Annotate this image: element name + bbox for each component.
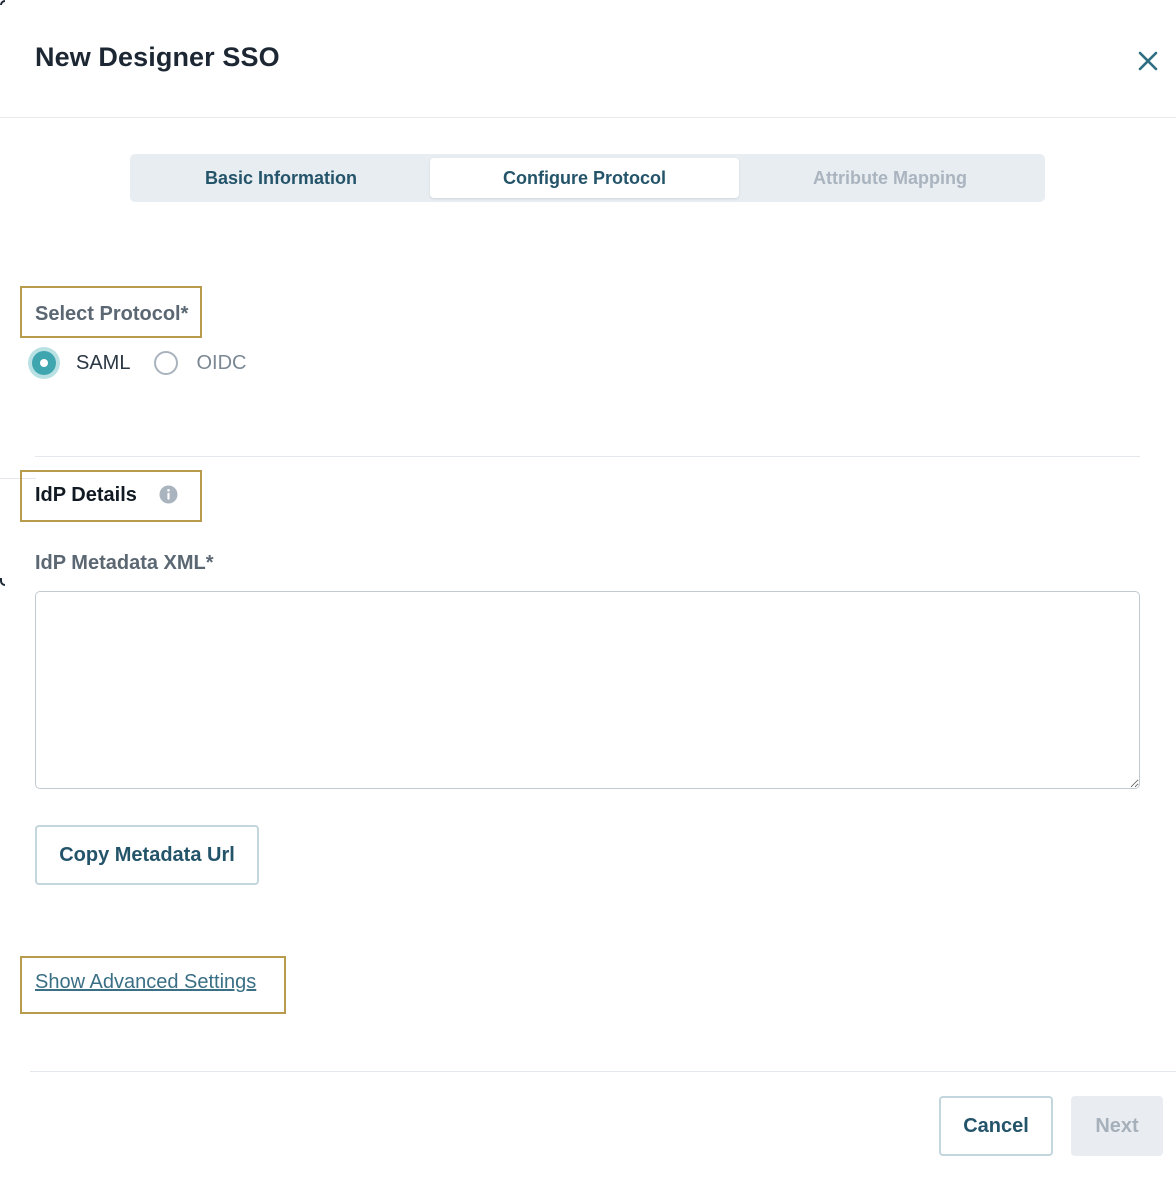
radio-saml-label[interactable]: SAML	[76, 352, 130, 375]
step-attribute-mapping: Attribute Mapping	[813, 167, 967, 188]
idp-metadata-textarea[interactable]	[35, 591, 1140, 789]
radio-oidc[interactable]: OIDC	[154, 351, 246, 375]
footer-divider	[30, 1071, 1176, 1072]
select-protocol-label: Select Protocol*	[35, 303, 189, 325]
next-button[interactable]: Next	[1071, 1096, 1163, 1156]
step-basic-information[interactable]: Basic Information	[132, 158, 430, 198]
show-advanced-settings-link[interactable]: Show Advanced Settings	[35, 971, 256, 994]
radio-oidc-label[interactable]: OIDC	[196, 352, 246, 375]
step-configure-protocol[interactable]: Configure Protocol	[430, 158, 739, 198]
edge-corner-mark	[0, 578, 5, 586]
radio-saml[interactable]: SAML	[32, 351, 130, 375]
copy-metadata-url-button[interactable]: Copy Metadata Url	[35, 825, 259, 885]
stepper: Basic Information Configure Protocol Att…	[130, 154, 1045, 202]
header-divider	[0, 117, 1176, 118]
info-icon[interactable]	[159, 485, 178, 504]
idp-metadata-label: IdP Metadata XML*	[35, 552, 214, 574]
close-icon	[1138, 51, 1158, 71]
dialog-title: New Designer SSO	[35, 42, 280, 72]
close-button[interactable]	[1131, 44, 1165, 78]
protocol-radio-group: SAML OIDC	[32, 348, 246, 378]
cancel-button[interactable]: Cancel	[939, 1096, 1053, 1156]
radio-oidc-circle[interactable]	[154, 351, 179, 375]
radio-saml-circle[interactable]	[32, 351, 56, 375]
edge-corner-mark	[0, 0, 5, 5]
section-divider	[35, 456, 1140, 457]
idp-details-title: IdP Details	[35, 484, 137, 506]
